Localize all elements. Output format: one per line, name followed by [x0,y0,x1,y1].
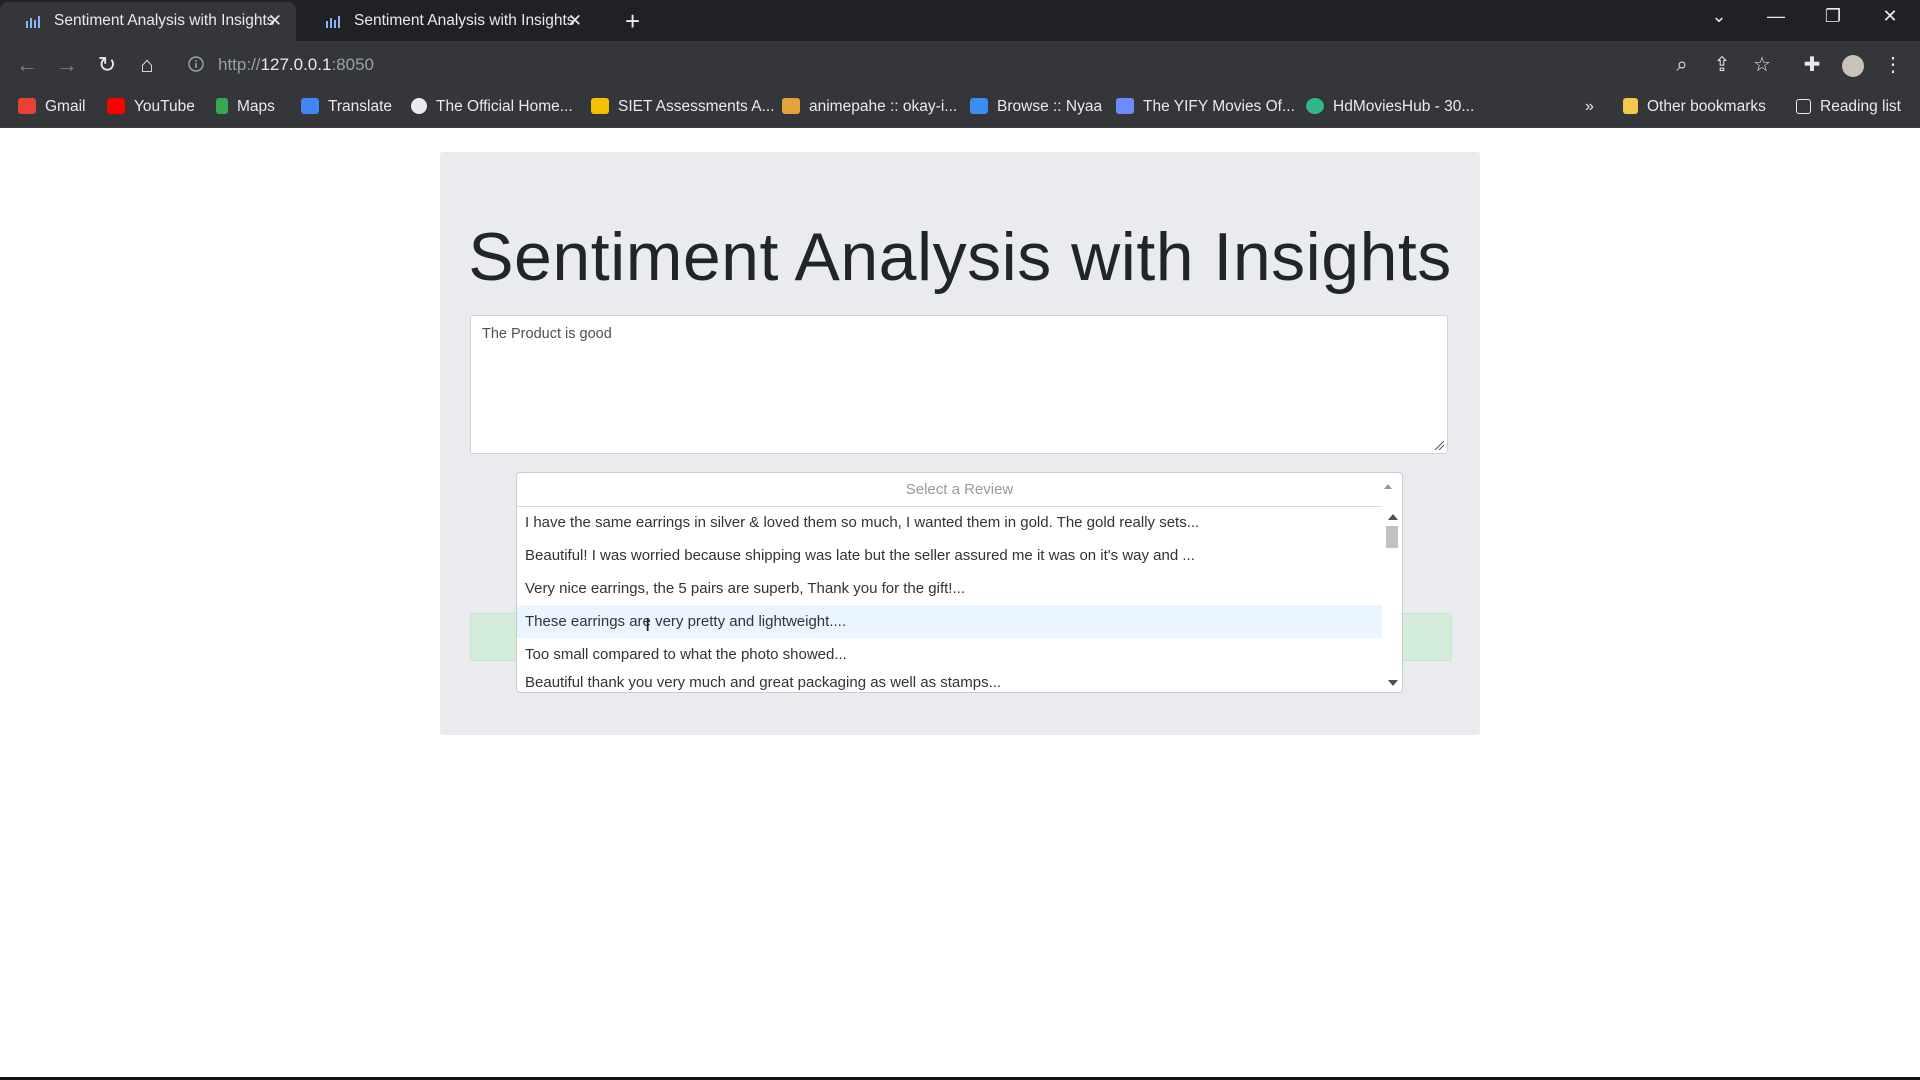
dropdown-option[interactable]: Beautiful thank you very much and great … [517,671,1382,692]
tab-title: Sentiment Analysis with Insights [54,12,275,29]
dropdown-menu: I have the same earrings in silver & lov… [517,506,1382,692]
restore-icon[interactable]: ❐ [1813,6,1853,27]
review-textarea[interactable]: The Product is good [470,315,1448,454]
other-bookmarks[interactable]: Other bookmarks [1623,98,1766,116]
site-info-icon[interactable] [188,56,204,72]
browser-tab-2[interactable]: Sentiment Analysis with Insights ✕ [300,2,596,41]
tab-close-icon[interactable]: ✕ [268,11,282,31]
scroll-thumb[interactable] [1386,526,1398,548]
bookmark-siet[interactable]: SIET Assessments A... [591,98,775,116]
tab-strip: Sentiment Analysis with Insights ✕ Senti… [0,0,1920,41]
dropdown-option[interactable]: I have the same earrings in silver & lov… [517,506,1382,539]
gmail-icon [18,98,36,114]
page-title: Sentiment Analysis with Insights [468,219,1452,295]
reading-list-icon [1796,99,1811,114]
resize-grip-icon[interactable] [1435,441,1444,450]
tab-close-icon[interactable]: ✕ [568,11,582,31]
bookmark-translate[interactable]: Translate [301,98,392,116]
bookmarks-bar: Gmail YouTube Maps Translate The Officia… [0,89,1920,128]
scroll-up-arrow-icon[interactable] [1388,514,1398,520]
bookmark-youtube[interactable]: YouTube [107,98,195,116]
dropdown-option[interactable]: Too small compared to what the photo sho… [517,638,1382,671]
dropdown-control[interactable]: Select a Review [517,473,1402,507]
menu-kebab-icon[interactable]: ⋮ [1879,51,1907,79]
animepahe-icon [782,98,800,114]
dropdown-scrollbar[interactable] [1382,506,1402,692]
extensions-icon[interactable]: ✚ [1798,51,1826,79]
close-window-icon[interactable]: ✕ [1870,6,1910,27]
yify-icon [1116,98,1134,114]
bookmark-animepahe[interactable]: animepahe :: okay-i... [782,98,957,116]
dash-favicon-icon [326,16,340,28]
back-icon[interactable]: ← [13,51,41,79]
bookmark-star-icon[interactable]: ☆ [1748,51,1776,79]
globe-icon [411,98,427,114]
dropdown-arrow-up-icon[interactable] [1384,484,1392,489]
new-tab-icon[interactable]: + [625,6,640,37]
bookmark-yify[interactable]: The YIFY Movies Of... [1116,98,1295,116]
tab-title: Sentiment Analysis with Insights [354,12,575,29]
dash-favicon-icon [26,16,40,28]
dropdown-option[interactable]: Beautiful! I was worried because shippin… [517,539,1382,572]
dropdown-option[interactable]: Very nice earrings, the 5 pairs are supe… [517,572,1382,605]
review-text: The Product is good [482,326,612,342]
maps-icon [216,98,228,114]
bookmark-hdmovieshub[interactable]: HdMoviesHub - 30... [1306,98,1474,116]
reload-icon[interactable]: ↻ [93,51,121,79]
app-card: Sentiment Analysis with Insights The Pro… [440,152,1480,735]
forward-icon[interactable]: → [53,51,81,79]
bookmark-maps[interactable]: Maps [216,98,275,116]
hdmovies-icon [1306,98,1324,114]
browser-tab-1[interactable]: Sentiment Analysis with Insights ✕ [0,2,296,41]
text-cursor-icon: I [645,615,651,636]
siet-icon [591,98,609,114]
translate-icon [301,98,319,114]
reading-list[interactable]: Reading list [1796,98,1901,116]
nyaa-icon [970,98,988,114]
url-text: http://127.0.0.1:8050 [218,55,374,74]
profile-avatar-icon[interactable] [1839,51,1867,79]
bookmarks-overflow-icon[interactable]: » [1585,98,1594,116]
review-dropdown[interactable]: Select a Review I have the same earrings… [516,472,1403,693]
youtube-icon [107,98,125,114]
minimize-icon[interactable]: — [1756,6,1796,27]
browser-toolbar: ← → ↻ ⌂ http://127.0.0.1:8050 ⌕ ⇪ ☆ ✚ ⋮ [0,41,1920,89]
bookmark-official-home[interactable]: The Official Home... [411,98,573,116]
folder-icon [1623,98,1638,114]
tab-search-icon[interactable]: ⌄ [1699,6,1739,27]
bookmark-nyaa[interactable]: Browse :: Nyaa [970,98,1102,116]
zoom-icon[interactable]: ⌕ [1668,51,1696,79]
dropdown-placeholder: Select a Review [905,481,1014,498]
address-bar[interactable]: http://127.0.0.1:8050 [176,47,1676,83]
home-icon[interactable]: ⌂ [133,51,161,79]
scroll-down-arrow-icon[interactable] [1388,680,1398,686]
bookmark-gmail[interactable]: Gmail [18,98,85,116]
share-icon[interactable]: ⇪ [1708,51,1736,79]
